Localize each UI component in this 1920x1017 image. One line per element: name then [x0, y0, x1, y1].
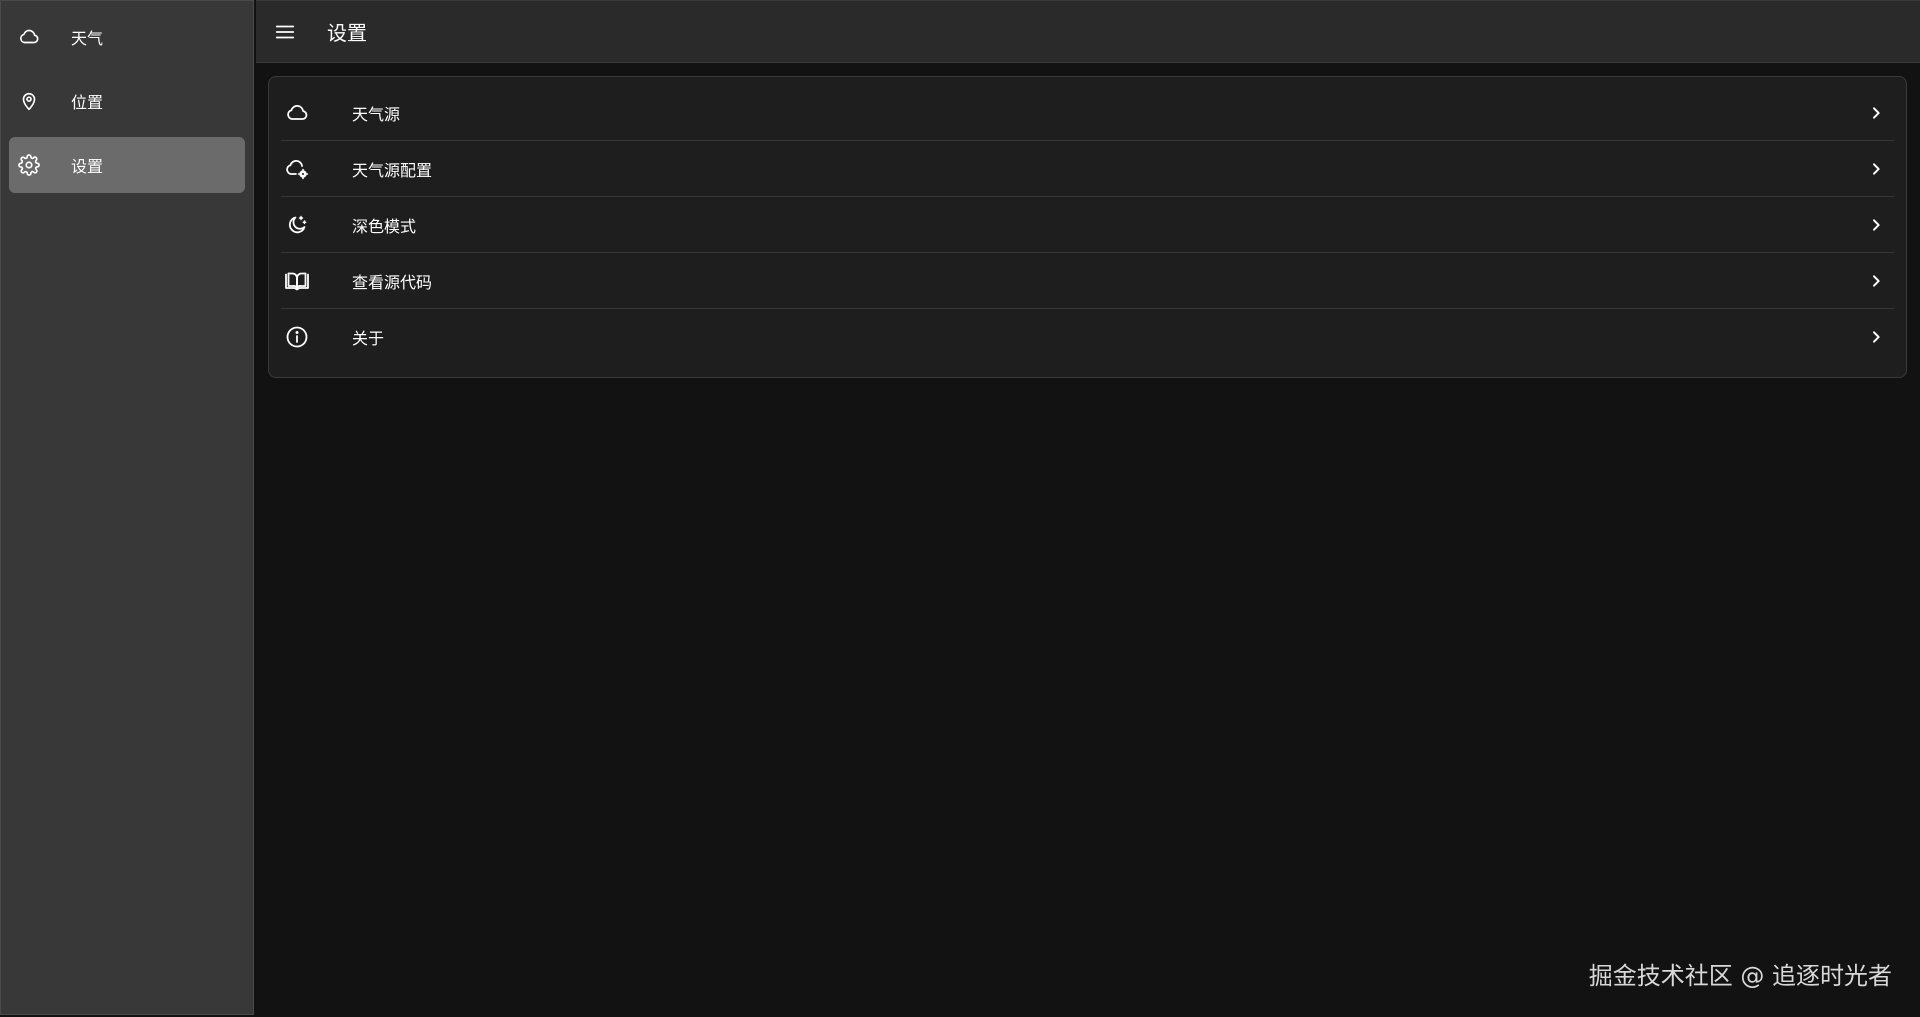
cloud-settings-icon	[283, 155, 311, 183]
settings-item-label: 深色模式	[352, 216, 417, 236]
chevron-right-icon	[1866, 215, 1886, 235]
settings-list: 天气源 天气源配置 深色模式 查看源代码 关于	[268, 76, 1907, 378]
settings-item-weather-source-config[interactable]: 天气源配置	[281, 141, 1894, 197]
chevron-right-icon	[1866, 327, 1886, 347]
settings-item-label: 关于	[352, 329, 385, 348]
settings-item-label: 天气源配置	[352, 160, 433, 180]
chevron-right-icon	[1866, 271, 1886, 291]
settings-item-view-source[interactable]: 查看源代码	[281, 253, 1894, 309]
settings-item-dark-mode[interactable]: 深色模式	[281, 197, 1894, 253]
settings-item-weather-source[interactable]: 天气源	[281, 85, 1894, 141]
page-title: 设置	[327, 21, 367, 45]
location-pin-icon	[17, 89, 41, 113]
sidebar: 天气 位置 设置	[0, 0, 254, 1015]
sidebar-item-label: 位置	[71, 93, 104, 112]
settings-item-label: 天气源	[352, 104, 401, 124]
open-book-icon	[283, 267, 311, 295]
cloud-icon	[17, 25, 41, 49]
sidebar-item-label: 设置	[71, 157, 104, 176]
watermark-text: 掘金技术社区 @ 追逐时光者	[1588, 962, 1892, 990]
cloud-icon	[283, 99, 311, 127]
chevron-right-icon	[1866, 159, 1886, 179]
top-app-bar: 设置	[256, 0, 1920, 63]
app-window: 天气 位置 设置 设置 天气源 天气源配置 深色模式 查看源代码 关于 掘金技术…	[0, 0, 1920, 1017]
moon-icon	[283, 211, 311, 239]
hamburger-menu-icon[interactable]	[265, 12, 305, 52]
info-circle-icon	[283, 323, 311, 351]
sidebar-item-location[interactable]: 位置	[9, 73, 245, 129]
chevron-right-icon	[1866, 103, 1886, 123]
settings-item-about[interactable]: 关于	[281, 309, 1894, 365]
sidebar-item-label: 天气	[71, 29, 104, 48]
sidebar-item-settings[interactable]: 设置	[9, 137, 245, 193]
settings-item-label: 查看源代码	[352, 272, 433, 292]
sidebar-item-weather[interactable]: 天气	[9, 9, 245, 65]
gear-icon	[17, 153, 41, 177]
